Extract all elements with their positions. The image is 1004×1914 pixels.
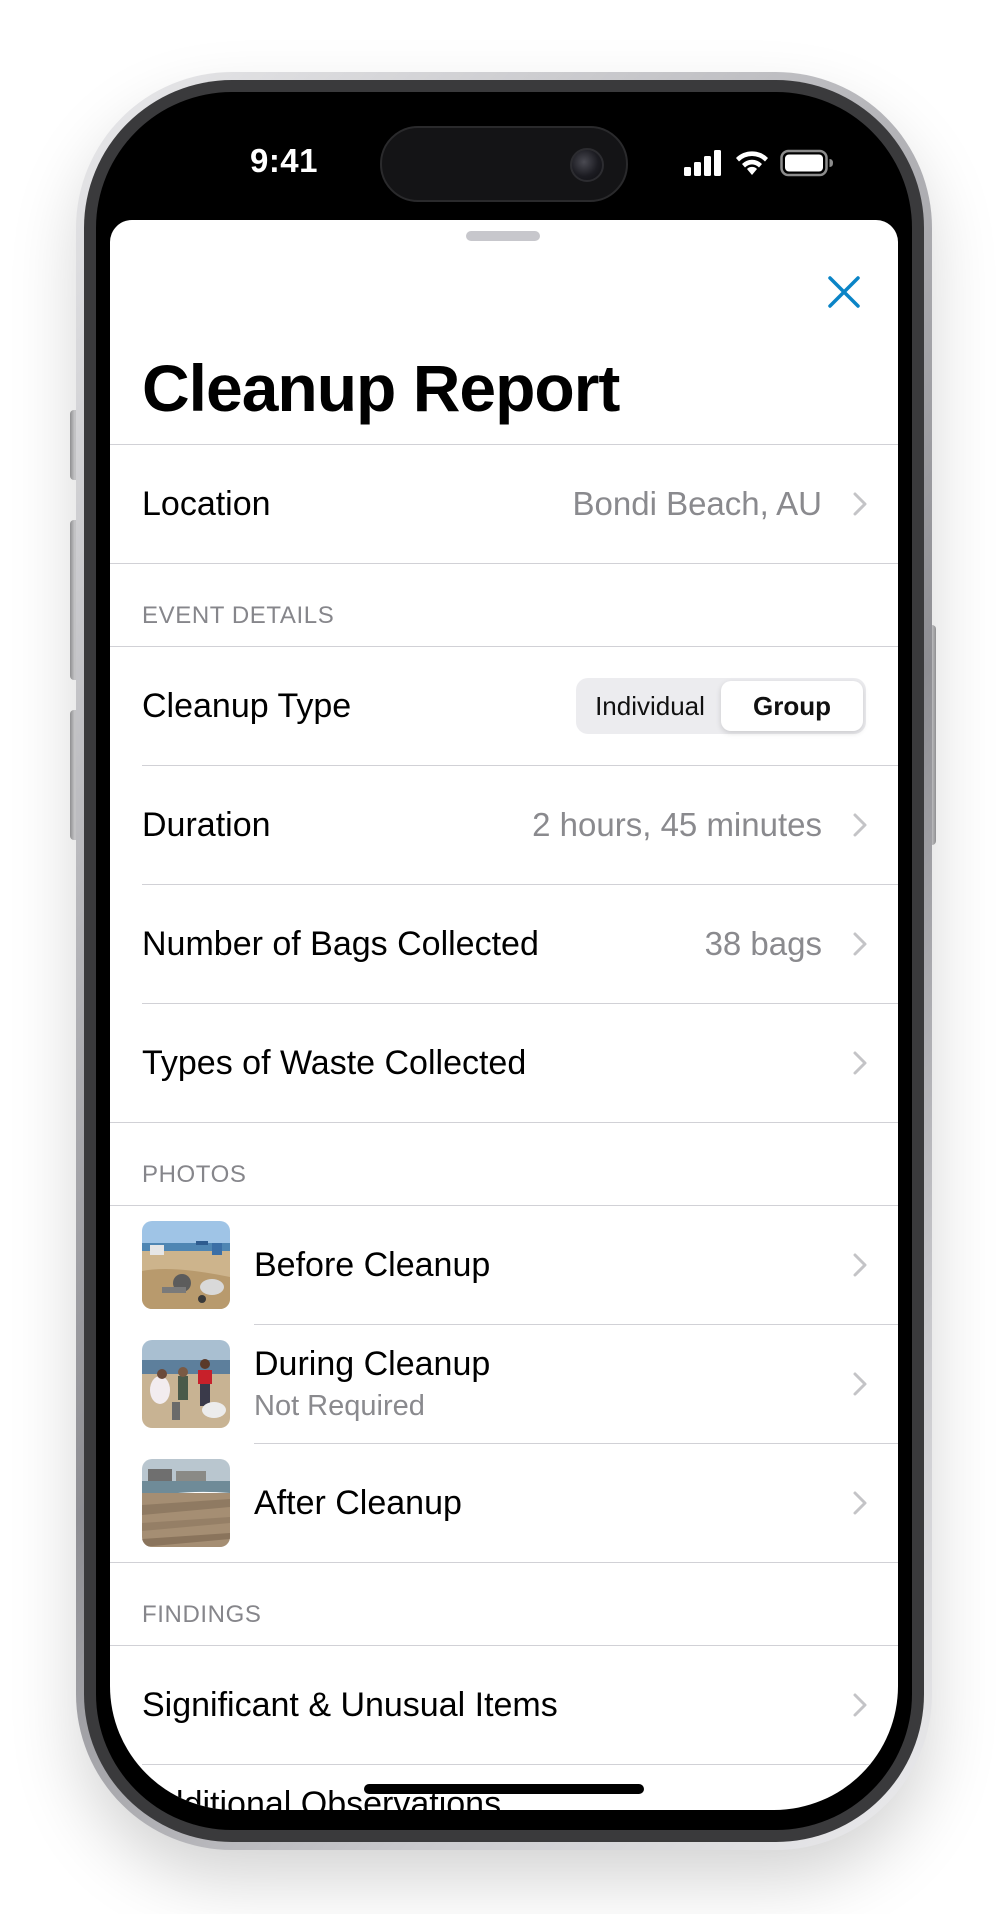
photo-row-during[interactable]: During Cleanup Not Required — [110, 1325, 898, 1443]
cleanup-type-row: Cleanup Type Individual Group — [110, 647, 898, 765]
close-icon[interactable] — [820, 268, 868, 316]
bags-value: 38 bags — [704, 925, 822, 962]
chevron-right-icon — [853, 1253, 867, 1277]
waste-types-label: Types of Waste Collected — [142, 1043, 527, 1082]
photo-subtitle: Not Required — [254, 1390, 425, 1422]
photo-title: After Cleanup — [254, 1483, 462, 1522]
cleanup-type-label: Cleanup Type — [142, 686, 352, 725]
report-sheet: Cleanup Report Location Bondi Beach, AU … — [110, 220, 898, 1810]
status-time: 9:41 — [249, 142, 319, 179]
before-cleanup-thumbnail — [142, 1221, 230, 1309]
photo-row-before[interactable]: Before Cleanup — [110, 1206, 898, 1324]
sheet-grabber[interactable] — [466, 231, 540, 241]
segment-individual[interactable]: Individual — [579, 681, 721, 731]
chevron-right-icon — [853, 1693, 867, 1717]
section-header-photos: PHOTOS — [142, 1161, 247, 1188]
chevron-right-icon — [853, 492, 867, 516]
during-cleanup-thumbnail — [142, 1340, 230, 1428]
bags-row[interactable]: Number of Bags Collected 38 bags — [110, 885, 898, 1003]
chevron-right-icon — [853, 1372, 867, 1396]
duration-label: Duration — [142, 805, 271, 844]
location-value: Bondi Beach, AU — [572, 485, 823, 522]
chevron-right-icon — [853, 813, 867, 837]
location-row[interactable]: Location Bondi Beach, AU — [110, 445, 898, 563]
cellular-signal-icon — [684, 150, 721, 176]
after-cleanup-thumbnail — [142, 1459, 230, 1547]
waste-types-row[interactable]: Types of Waste Collected — [110, 1004, 898, 1122]
significant-items-label: Significant & Unusual Items — [142, 1685, 558, 1724]
photo-text: After Cleanup — [254, 1484, 462, 1523]
significant-items-row[interactable]: Significant & Unusual Items — [110, 1646, 898, 1764]
status-icons — [684, 148, 834, 178]
section-header-findings: FINDINGS — [142, 1601, 262, 1628]
cleanup-type-segmented-control: Individual Group — [576, 678, 866, 734]
photo-row-after[interactable]: After Cleanup — [110, 1444, 898, 1562]
photo-text: During Cleanup Not Required — [254, 1345, 490, 1423]
home-indicator[interactable] — [364, 1784, 644, 1794]
photo-title: Before Cleanup — [254, 1245, 491, 1284]
section-header-event-details: EVENT DETAILS — [142, 602, 335, 629]
chevron-right-icon — [853, 1491, 867, 1515]
wifi-icon — [736, 151, 768, 175]
page-title: Cleanup Report — [142, 351, 620, 425]
location-label: Location — [142, 484, 271, 523]
photo-title: During Cleanup — [254, 1345, 491, 1383]
device-mockup: 9:41 Cleanup Report Location Bondi Beach… — [0, 0, 1004, 1914]
segment-group[interactable]: Group — [721, 681, 863, 731]
report-list: Location Bondi Beach, AU EVENT DETAILS C… — [110, 444, 898, 1810]
battery-icon — [780, 149, 833, 177]
duration-value: 2 hours, 45 minutes — [532, 806, 822, 843]
photo-text: Before Cleanup — [254, 1246, 490, 1285]
phone-screen: 9:41 Cleanup Report Location Bondi Beach… — [110, 104, 898, 1810]
bags-label: Number of Bags Collected — [142, 924, 539, 963]
chevron-right-icon — [853, 932, 867, 956]
chevron-right-icon — [853, 1051, 867, 1075]
duration-row[interactable]: Duration 2 hours, 45 minutes — [110, 766, 898, 884]
front-camera-icon — [570, 148, 604, 182]
dynamic-island — [380, 126, 628, 202]
